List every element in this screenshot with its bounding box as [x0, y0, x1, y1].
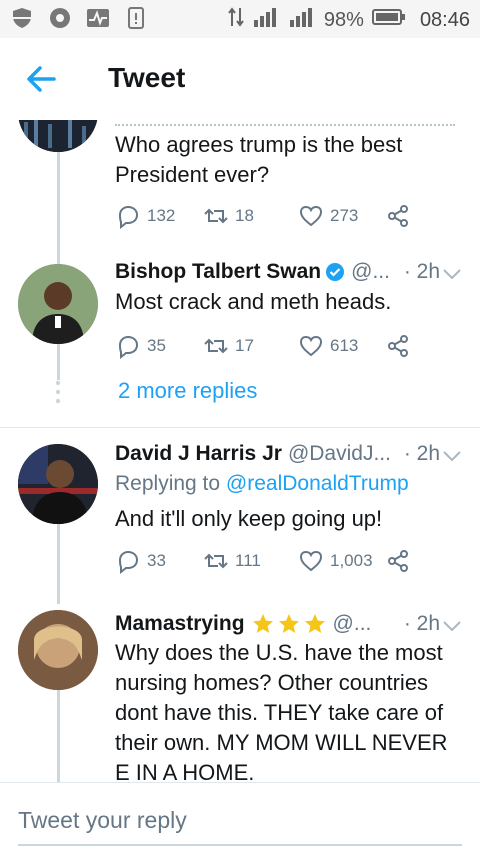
- input-underline: [18, 844, 462, 846]
- star-icon: [252, 614, 273, 633]
- star-emojis: [251, 612, 327, 636]
- thread-line: [57, 524, 60, 604]
- heart-icon: [299, 205, 323, 227]
- author-name: David J Harris Jr: [115, 442, 282, 465]
- tweet-author[interactable]: Bishop Talbert Swan @...: [115, 260, 390, 284]
- author-handle: @...: [332, 612, 372, 635]
- tweet-actions: 33 111 1,003: [115, 548, 415, 574]
- tweet-author[interactable]: Mamastrying @...: [115, 612, 371, 636]
- like-button[interactable]: 613: [298, 333, 358, 359]
- reply-icon: [118, 335, 139, 359]
- avatar[interactable]: [18, 120, 98, 152]
- heart-icon: [299, 550, 323, 572]
- avatar[interactable]: [18, 264, 98, 344]
- reply-count: 132: [147, 206, 176, 225]
- like-button[interactable]: 1,003: [298, 548, 373, 574]
- aperture-icon: [48, 6, 72, 30]
- thread-line: [57, 350, 60, 380]
- reply-count: 35: [147, 336, 166, 355]
- heart-icon: [299, 335, 323, 357]
- signal-4g-icon: [252, 6, 280, 34]
- tweet-actions: 35 17 613: [115, 333, 415, 359]
- retweet-button[interactable]: 18: [203, 203, 254, 229]
- like-button[interactable]: 273: [298, 203, 358, 229]
- data-transfer-icon: [228, 6, 244, 34]
- replying-to: Replying to @realDonaldTrump: [115, 472, 409, 496]
- chevron-down-icon[interactable]: [442, 267, 462, 281]
- status-bar: 98% 08:46: [0, 0, 480, 38]
- tweet-time: · 2h: [403, 612, 440, 635]
- battery-icon: [371, 8, 406, 32]
- avatar[interactable]: [18, 610, 98, 690]
- page-title: Tweet: [108, 62, 186, 93]
- star-icon: [304, 614, 325, 633]
- app-header: Tweet: [0, 38, 480, 120]
- retweet-icon: [204, 208, 228, 224]
- reply-button[interactable]: 132: [115, 203, 175, 229]
- reply-button[interactable]: 35: [115, 333, 166, 359]
- reply-input[interactable]: Tweet your reply: [18, 807, 187, 834]
- star-icon: [278, 614, 299, 633]
- truncated-header: [115, 120, 455, 126]
- reply-icon: [118, 205, 139, 229]
- retweet-button[interactable]: 17: [203, 333, 254, 359]
- author-name: Bishop Talbert Swan: [115, 260, 322, 283]
- replies-feed[interactable]: Who agrees trump is the best President e…: [0, 120, 480, 782]
- avatar[interactable]: [18, 444, 98, 524]
- clock: 08:46: [419, 8, 470, 31]
- author-handle: @...: [351, 260, 390, 283]
- notification-icon: [124, 6, 148, 30]
- mention-link[interactable]: @realDonaldTrump: [226, 472, 409, 495]
- chevron-down-icon[interactable]: [442, 449, 462, 463]
- reply-icon: [118, 550, 139, 574]
- share-icon: [388, 205, 408, 227]
- tweet-time: · 2h: [403, 442, 440, 465]
- tweet-actions: 132 18 273: [115, 203, 415, 229]
- signal-icon: [288, 6, 316, 34]
- share-icon: [388, 335, 408, 357]
- author-name: Mamastrying: [115, 612, 245, 635]
- retweet-icon: [204, 553, 228, 569]
- tweet-text: Why does the U.S. have the most nursing …: [115, 640, 448, 782]
- reply-composer[interactable]: Tweet your reply: [0, 782, 480, 854]
- retweet-icon: [204, 338, 228, 354]
- like-count: 613: [330, 336, 359, 355]
- tweet-author[interactable]: David J Harris Jr @DavidJ...: [115, 442, 391, 466]
- author-handle: @DavidJ...: [287, 442, 391, 465]
- reply-button[interactable]: 33: [115, 548, 166, 574]
- shield-icon: [10, 6, 34, 30]
- back-arrow-icon[interactable]: [24, 62, 58, 96]
- share-button[interactable]: [385, 333, 411, 359]
- thread-dots: [55, 380, 61, 404]
- chevron-down-icon[interactable]: [442, 619, 462, 633]
- activity-icon: [86, 6, 110, 30]
- share-button[interactable]: [385, 548, 411, 574]
- tweet-text: Most crack and meth heads.: [115, 289, 392, 314]
- tweet-time: · 2h: [403, 260, 440, 283]
- more-replies-link[interactable]: 2 more replies: [118, 378, 257, 404]
- thread-line: [57, 690, 60, 782]
- share-icon: [388, 550, 408, 572]
- share-button[interactable]: [385, 203, 411, 229]
- tweet-text: Who agrees trump is the best President e…: [115, 132, 403, 187]
- battery-percent: 98%: [323, 8, 364, 31]
- tweet-text: And it'll only keep going up!: [115, 506, 383, 531]
- retweet-count: 17: [235, 336, 254, 355]
- reply-count: 33: [147, 551, 166, 570]
- verified-badge-icon: [326, 263, 345, 281]
- divider: [0, 427, 480, 428]
- retweet-count: 18: [235, 206, 254, 225]
- replying-to-label: Replying to: [115, 472, 221, 495]
- like-count: 273: [330, 206, 359, 225]
- retweet-button[interactable]: 111: [203, 548, 261, 574]
- like-count: 1,003: [330, 551, 373, 570]
- retweet-count: 111: [235, 551, 261, 570]
